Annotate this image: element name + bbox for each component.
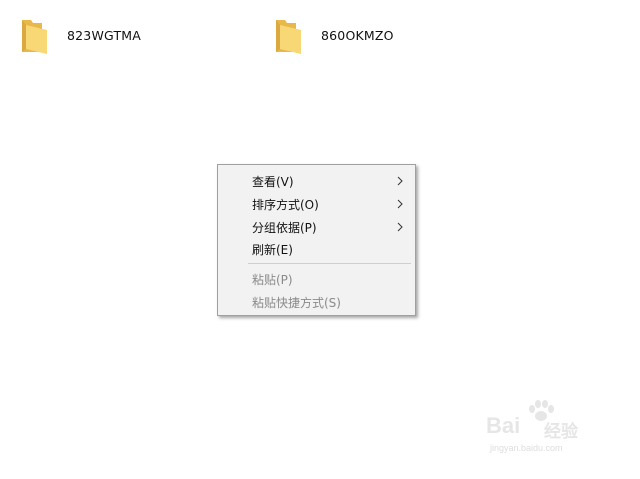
watermark-suffix: 经验 [544,422,578,442]
menu-item-label: 粘贴快捷方式(S) [252,295,341,310]
chevron-right-icon [397,222,403,232]
chevron-right-icon [397,199,403,209]
watermark-url: jingyan.baidu.com [490,443,563,453]
menu-item-label: 分组依据(P) [252,220,317,235]
menu-item-group-by[interactable]: 分组依据(P) [218,216,415,238]
menu-item-label: 刷新(E) [252,242,293,257]
context-menu: 查看(V) 排序方式(O) 分组依据(P) 刷新(E) 粘贴(P) 粘贴快捷方式… [217,164,416,316]
folder-name[interactable]: 860OKMZO [321,28,394,43]
folder-icon [276,20,301,54]
folder-name[interactable]: 823WGTMA [67,28,141,43]
menu-item-paste[interactable]: 粘贴(P) [218,268,415,290]
folder-icon [22,20,47,54]
desktop[interactable]: 823WGTMA 860OKMZO 查看(V) 排序方式(O) 分组依据(P) [0,0,640,479]
menu-item-label: 排序方式(O) [252,197,319,212]
menu-item-sort[interactable]: 排序方式(O) [218,193,415,215]
chevron-right-icon [397,176,403,186]
desktop-folder[interactable]: 860OKMZO [274,14,394,56]
menu-item-view[interactable]: 查看(V) [218,170,415,192]
menu-item-label: 粘贴(P) [252,272,293,287]
menu-item-label: 查看(V) [252,174,294,189]
menu-item-paste-shortcut[interactable]: 粘贴快捷方式(S) [218,291,415,313]
menu-separator [248,263,411,264]
menu-item-refresh[interactable]: 刷新(E) [218,238,415,260]
watermark: Bai 经验 jingyan.baidu.com [486,400,606,465]
desktop-folder[interactable]: 823WGTMA [20,14,141,56]
watermark-brand: Bai [486,413,521,438]
